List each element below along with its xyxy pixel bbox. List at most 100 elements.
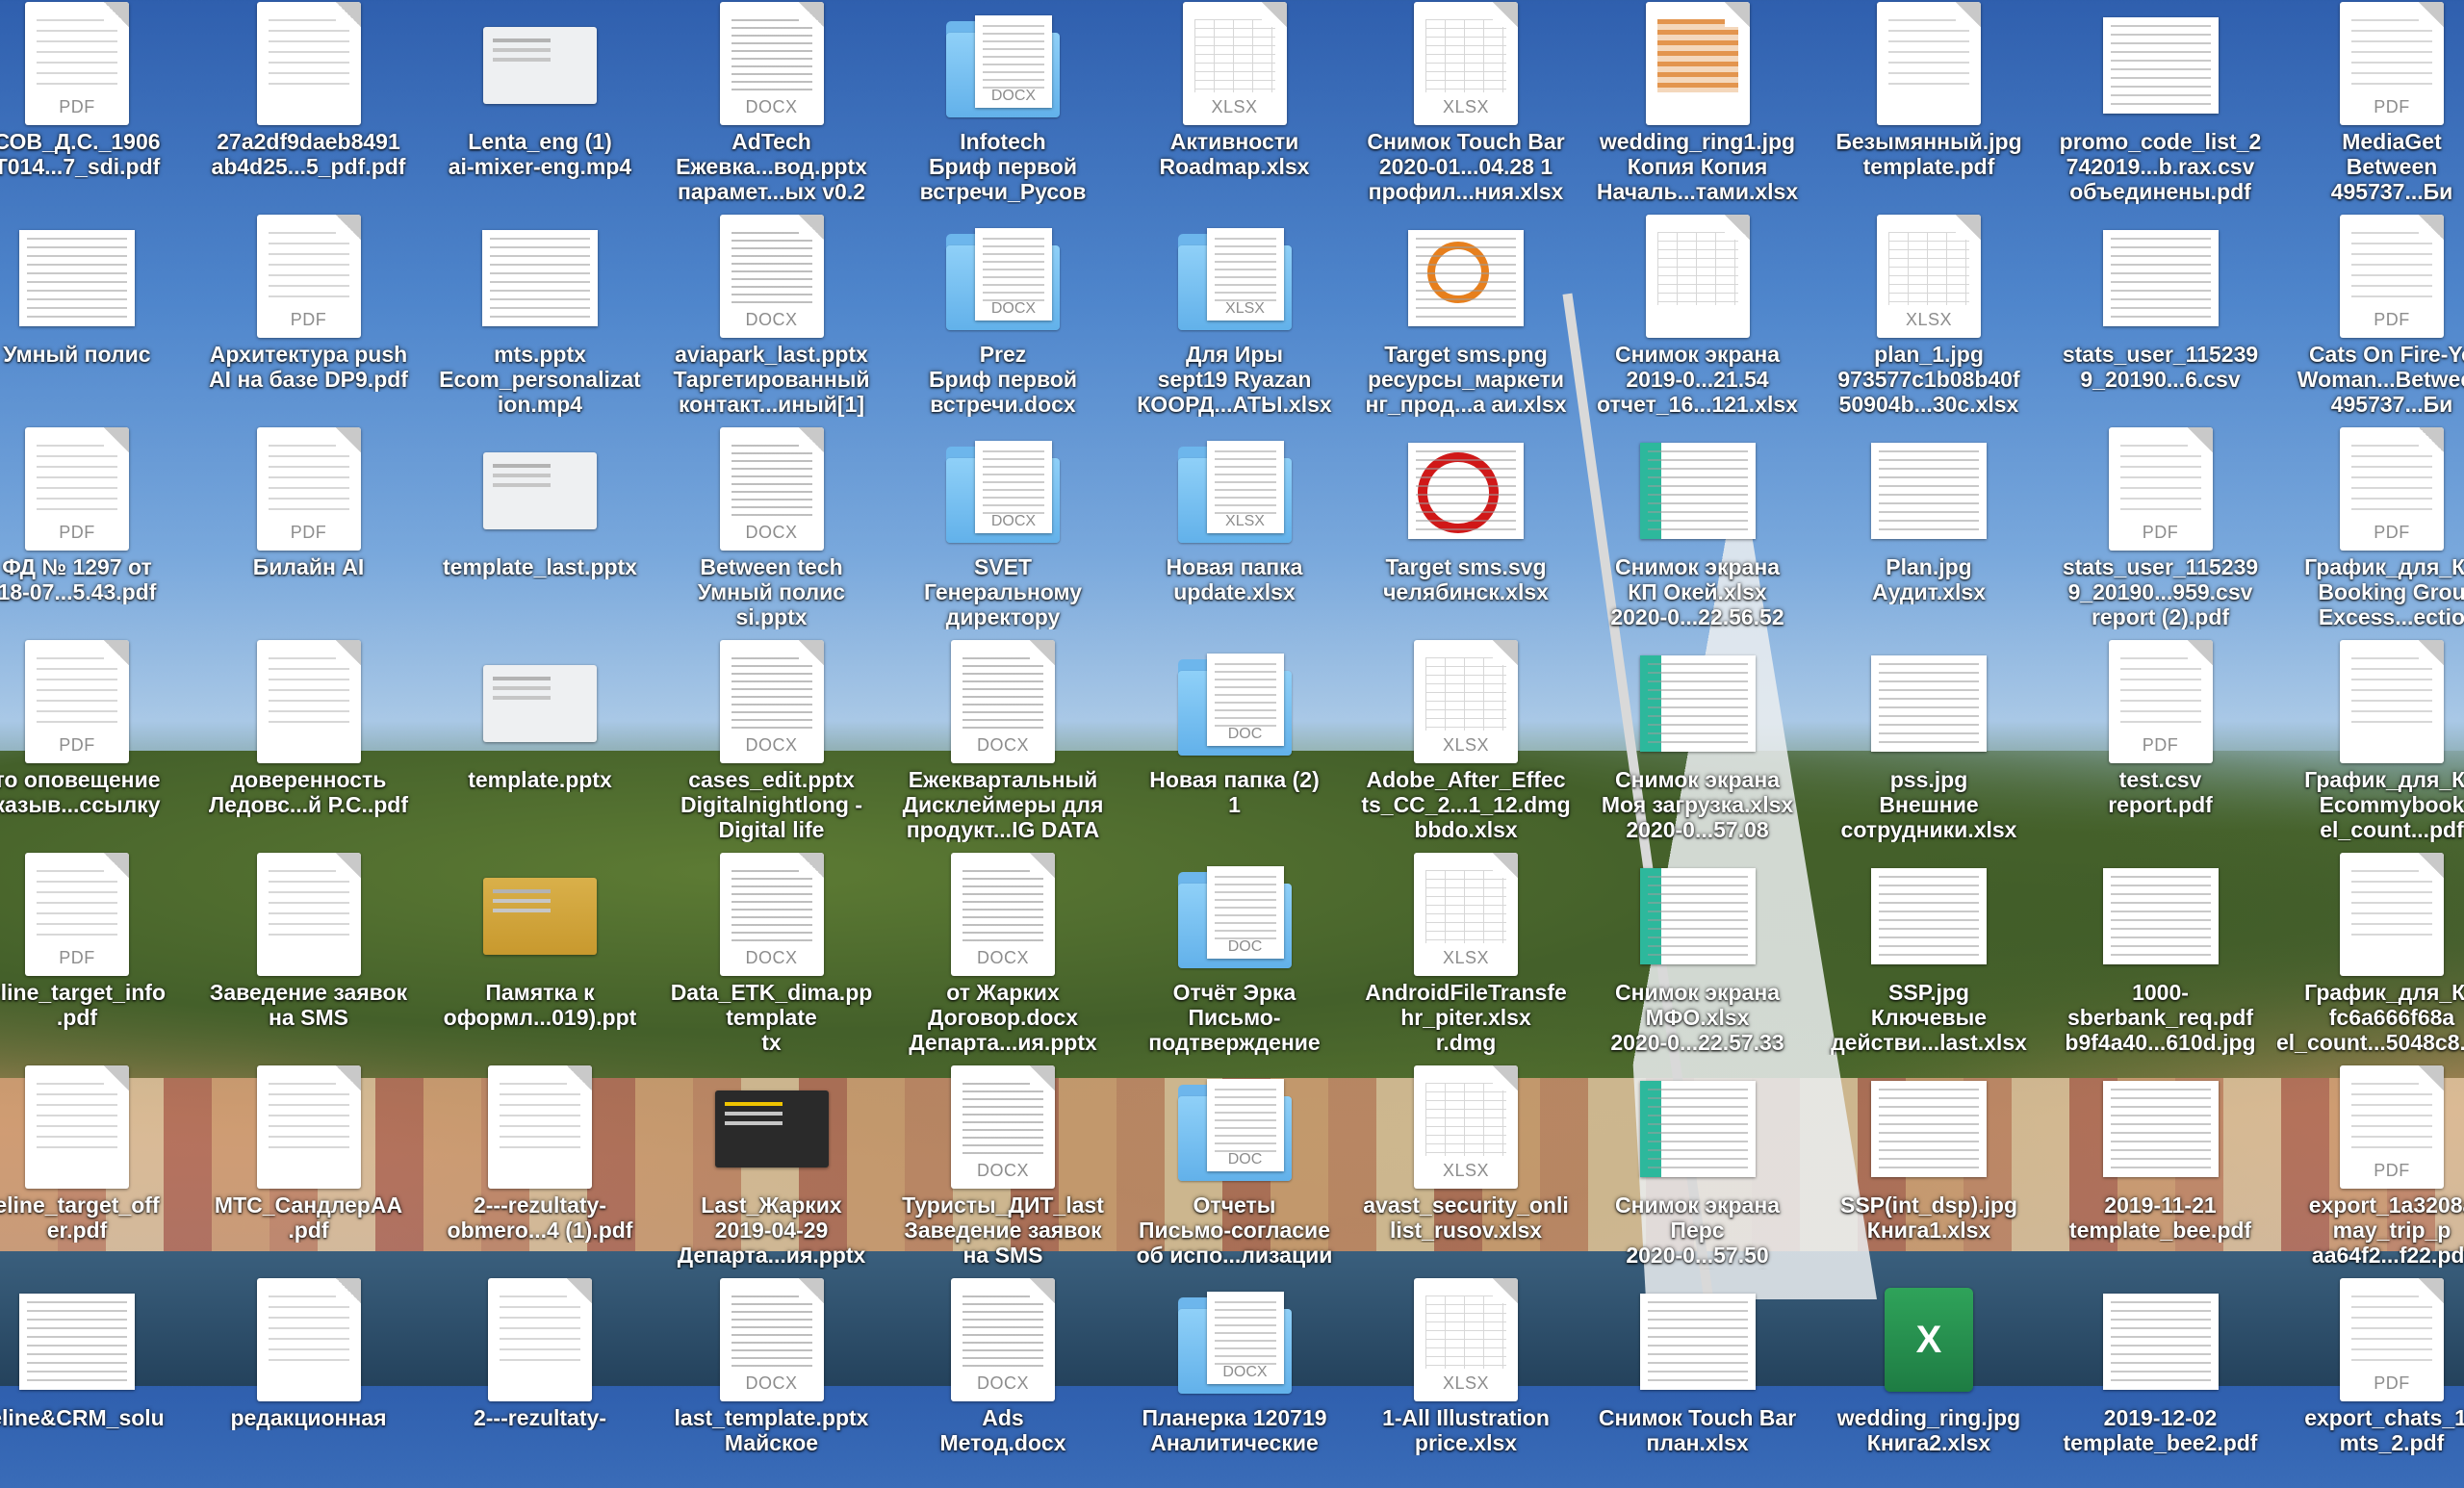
desktop-file-icon[interactable]: mts.pptx Ecom_personalizat ion.mp4 bbox=[424, 213, 655, 424]
file-type-text: DOCX bbox=[1222, 1364, 1268, 1380]
desktop-file-icon[interactable]: PDF Билайн AI bbox=[193, 425, 424, 637]
desktop-file-icon[interactable]: 2019-12-02 template_bee2.pdf bbox=[2045, 1276, 2276, 1488]
desktop-file-icon[interactable]: eline_target_off er.pdf bbox=[0, 1064, 192, 1275]
desktop-file-icon[interactable]: График_для_Кл fc6a666f68a el_count...504… bbox=[2276, 851, 2464, 1063]
file-name-label: Снимок экрана 2019-0...21.54 отчет_16...… bbox=[1597, 342, 1798, 417]
file-thumbnail: XLSX bbox=[1172, 425, 1297, 551]
desktop-file-icon[interactable]: PDF СОВ_Д.С._1906 Т014...7_sdi.pdf bbox=[0, 0, 192, 212]
desktop-file-icon[interactable]: PDF MediaGet Between 495737...Би bbox=[2276, 0, 2464, 212]
desktop-file-icon[interactable]: DOCX Ads Метод.docx bbox=[887, 1276, 1118, 1488]
desktop-file-icon[interactable]: PDF График_для_Кл Booking Grou Excess...e… bbox=[2276, 425, 2464, 637]
desktop-file-icon[interactable]: Заведение заявок на SMS bbox=[193, 851, 424, 1063]
file-name-label: Снимок Touch Bar план.xlsx bbox=[1598, 1405, 1797, 1455]
desktop-file-icon[interactable]: wedding_ring1.jpg Копия Копия Началь...т… bbox=[1582, 0, 1813, 212]
desktop-file-icon[interactable]: PDF ФД № 1297 от 18-07...5.43.pdf bbox=[0, 425, 192, 637]
desktop-file-icon[interactable]: 27a2df9daeb8491 ab4d25...5_pdf.pdf bbox=[193, 0, 424, 212]
desktop-file-icon[interactable]: XLSX plan_1.jpg 973577c1b08b40f 50904b...… bbox=[1813, 213, 2044, 424]
desktop-file-icon[interactable]: DOCX Ежеквартальный Дисклеймеры для проду… bbox=[887, 638, 1118, 850]
desktop-file-icon[interactable]: pss.jpg Внешние сотрудники.xlsx bbox=[1813, 638, 2044, 850]
desktop-file-icon[interactable]: Target sms.png ресурсы_маркети нг_прод..… bbox=[1350, 213, 1581, 424]
desktop-file-icon[interactable]: XLSX Новая папка update.xlsx bbox=[1119, 425, 1350, 637]
desktop-file-icon[interactable]: XLSX AndroidFileTransfe hr_piter.xlsx r.d… bbox=[1350, 851, 1581, 1063]
excel-app-icon: X bbox=[1885, 1288, 1973, 1392]
desktop-file-icon[interactable]: Снимок Touch Bar план.xlsx bbox=[1582, 1276, 1813, 1488]
desktop-file-icon[interactable]: DOCX AdTech Ежевка...вод.pptx парамет...ы… bbox=[656, 0, 887, 212]
desktop-file-icon[interactable]: DOC Новая папка (2) 1 bbox=[1119, 638, 1350, 850]
desktop-file-icon[interactable]: DOC Отчёт Эрка Письмо- подтверждение bbox=[1119, 851, 1350, 1063]
desktop-file-icon[interactable]: XLSX Снимок Touch Bar 2020-01...04.28 1 п… bbox=[1350, 0, 1581, 212]
desktop-file-icon[interactable]: PDF Cats On Fire-Yo Woman...Between 49573… bbox=[2276, 213, 2464, 424]
desktop-file-icon[interactable]: доверенность Ледовс...й Р.С..pdf bbox=[193, 638, 424, 850]
desktop-file-icon[interactable]: DOCX Туристы_ДИТ_last Заведение заявок на… bbox=[887, 1064, 1118, 1275]
desktop-file-icon[interactable]: PDF eline_target_info .pdf bbox=[0, 851, 192, 1063]
desktop-file-icon[interactable]: DOC Отчеты Письмо-согласие об испо...лиза… bbox=[1119, 1064, 1350, 1275]
desktop-file-icon[interactable]: Умный полис bbox=[0, 213, 192, 424]
desktop-file-icon[interactable]: 2019-11-21 template_bee.pdf bbox=[2045, 1064, 2276, 1275]
desktop-file-icon[interactable]: Lenta_eng (1) ai-mixer-eng.mp4 bbox=[424, 0, 655, 212]
desktop-file-icon[interactable]: PDF export_1a3208a may_trip_p aa64f2...f2… bbox=[2276, 1064, 2464, 1275]
document-icon bbox=[488, 1278, 592, 1401]
desktop-file-icon[interactable]: Target sms.svg челябинск.xlsx bbox=[1350, 425, 1581, 637]
desktop-file-icon[interactable]: PDF test.csv report.pdf bbox=[2045, 638, 2276, 850]
desktop-file-icon[interactable]: DOCX aviapark_last.pptx Таргетированный к… bbox=[656, 213, 887, 424]
desktop-file-icon[interactable]: template.pptx bbox=[424, 638, 655, 850]
desktop-file-icon[interactable]: Безымянный.jpg template.pdf bbox=[1813, 0, 2044, 212]
desktop-file-icon[interactable]: Снимок экрана КП Окей.xlsx 2020-0...22.5… bbox=[1582, 425, 1813, 637]
desktop-file-icon[interactable]: stats_user_115239 9_20190...6.csv bbox=[2045, 213, 2276, 424]
desktop-file-icon[interactable]: Last_Жарких 2019-04-29 Департа...ия.pptx… bbox=[656, 1064, 887, 1275]
document-icon: DOCX bbox=[951, 1278, 1055, 1401]
desktop-file-icon[interactable]: Xwedding_ring.jpg Книга2.xlsx bbox=[1813, 1276, 2044, 1488]
desktop-file-icon[interactable]: SSP(int_dsp).jpg Книга1.xlsx bbox=[1813, 1064, 2044, 1275]
desktop-file-icon[interactable]: 1000- sberbank_req.pdf b9f4a40...610d.jp… bbox=[2045, 851, 2276, 1063]
file-thumbnail: DOCX bbox=[709, 638, 834, 763]
desktop-file-icon[interactable]: XLSX Для Иры sept19 Ryazan КООРД...АТЫ.xl… bbox=[1119, 213, 1350, 424]
document-icon: DOCX bbox=[719, 215, 824, 338]
desktop-file-icon[interactable]: Снимок экрана Перс 2020-0...57.50 данные… bbox=[1582, 1064, 1813, 1275]
desktop-file-icon[interactable]: Памятка к оформл...019).ppt bbox=[424, 851, 655, 1063]
desktop-file-icon[interactable]: promo_code_list_2 742019...b.rax.csv объ… bbox=[2045, 0, 2276, 212]
file-name-label: SSP(int_dsp).jpg Книга1.xlsx bbox=[1840, 1193, 2017, 1243]
desktop-file-icon[interactable]: XLSX Активности Roadmap.xlsx bbox=[1119, 0, 1350, 212]
desktop-file-icon[interactable]: 2---rezultaty- bbox=[424, 1276, 655, 1488]
desktop-file-icon[interactable]: DOCX Data_ETK_dima.pp template tx bbox=[656, 851, 887, 1063]
file-thumbnail bbox=[1635, 425, 1760, 551]
desktop-file-icon[interactable]: МТС_СандлерАА .pdf bbox=[193, 1064, 424, 1275]
desktop-file-icon[interactable]: DOCX SVET Генеральному директору bbox=[887, 425, 1118, 637]
desktop-file-icon[interactable]: DOCX last_template.pptx Майское bbox=[656, 1276, 887, 1488]
desktop-file-icon[interactable]: Снимок экрана 2019-0...21.54 отчет_16...… bbox=[1582, 213, 1813, 424]
desktop-file-icon[interactable]: SSP.jpg Ключевые действи...last.xlsx bbox=[1813, 851, 2044, 1063]
desktop-file-icon[interactable]: DOCX Between tech Умный полис si.pptx bbox=[656, 425, 887, 637]
desktop-file-icon[interactable]: DOCX cases_edit.pptx Digitalnightlong - D… bbox=[656, 638, 887, 850]
file-thumbnail: DOCX bbox=[1172, 1276, 1297, 1401]
file-name-label: Plan.jpg Аудит.xlsx bbox=[1872, 554, 1986, 604]
file-type-text: PDF bbox=[2142, 523, 2179, 542]
desktop-file-icon[interactable]: редакционная bbox=[193, 1276, 424, 1488]
file-name-label: 2---rezultaty- bbox=[473, 1405, 606, 1430]
desktop-file-icon[interactable]: PDF Архитектура push AI на базе DP9.pdf bbox=[193, 213, 424, 424]
file-name-label: Активности Roadmap.xlsx bbox=[1159, 129, 1310, 179]
desktop-file-icon[interactable]: График_для_Кл Ecommybook el_count...pdf bbox=[2276, 638, 2464, 850]
file-thumbnail bbox=[246, 1276, 372, 1401]
desktop-file-icon[interactable]: DOCX Prez Бриф первой встречи.docx bbox=[887, 213, 1118, 424]
file-type-text: XLSX bbox=[1442, 948, 1490, 967]
desktop-file-icon[interactable]: PDF export_chats_1a mts_2.pdf bbox=[2276, 1276, 2464, 1488]
desktop-file-icon[interactable]: template_last.pptx bbox=[424, 425, 655, 637]
document-icon bbox=[25, 1065, 129, 1189]
desktop-file-icon[interactable]: PDF stats_user_115239 9_20190...959.csv r… bbox=[2045, 425, 2276, 637]
desktop-file-icon[interactable]: XLSX 1-All Illustration price.xlsx bbox=[1350, 1276, 1581, 1488]
document-icon bbox=[2340, 640, 2444, 763]
desktop-file-icon[interactable]: Снимок экрана Моя загрузка.xlsx 2020-0..… bbox=[1582, 638, 1813, 850]
desktop-file-icon[interactable]: XLSX Adobe_After_Effec ts_CC_2...1_12.dmg… bbox=[1350, 638, 1581, 850]
desktop-file-icon[interactable]: PDF то оповещение казыв...ссылку bbox=[0, 638, 192, 850]
desktop-file-icon[interactable]: Снимок экрана МФО.xlsx 2020-0...22.57.33 bbox=[1582, 851, 1813, 1063]
desktop-file-icon[interactable]: eline&CRM_solu bbox=[0, 1276, 192, 1488]
image-thumbnail bbox=[1639, 655, 1756, 752]
desktop-file-icon[interactable]: 2---rezultaty- obmero...4 (1).pdf bbox=[424, 1064, 655, 1275]
file-type-text: PDF bbox=[290, 523, 327, 542]
desktop-file-icon[interactable]: DOCX Infotech Бриф первой встречи_Русов bbox=[887, 0, 1118, 212]
desktop-file-icon[interactable]: XLSX avast_security_onli list_rusov.xlsx bbox=[1350, 1064, 1581, 1275]
desktop-file-icon[interactable]: DOCX Планерка 120719 Аналитические bbox=[1119, 1276, 1350, 1488]
desktop-file-icon[interactable]: DOCX от Жарких Договор.docx Департа...ия.… bbox=[887, 851, 1118, 1063]
document-icon: DOCX bbox=[719, 853, 824, 976]
desktop-file-icon[interactable]: Plan.jpg Аудит.xlsx bbox=[1813, 425, 2044, 637]
